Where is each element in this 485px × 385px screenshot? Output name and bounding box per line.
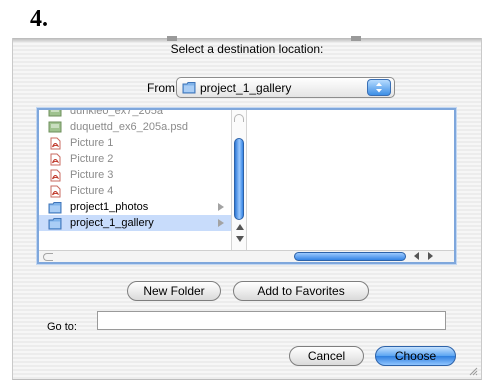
from-popup-value: project_1_gallery <box>200 81 292 95</box>
pdf-file-icon <box>48 137 62 150</box>
horizontal-scroll-thumb[interactable] <box>294 252 406 261</box>
list-item[interactable]: Picture 1 <box>39 135 231 151</box>
list-item-label: project_1_gallery <box>70 217 154 229</box>
vertical-scroll-thumb[interactable] <box>234 138 244 220</box>
list-item-label: Picture 1 <box>70 137 114 149</box>
scroll-left-arrow-icon[interactable] <box>414 252 419 260</box>
folder-icon <box>48 201 62 214</box>
list-item-label: Picture 2 <box>70 153 114 165</box>
folder-icon <box>48 217 62 230</box>
list-item-label: duquettd_ex6_205a.psd <box>70 121 189 133</box>
step-number: 4. <box>30 6 48 32</box>
disclosure-arrow-icon <box>218 203 224 211</box>
list-item[interactable]: Picture 3 <box>39 167 231 183</box>
list-item[interactable]: project1_photos <box>39 199 231 215</box>
vertical-scrollbar[interactable] <box>231 110 247 250</box>
pdf-file-icon <box>48 169 62 182</box>
file-browser[interactable]: dunkleo_ex7_205a duquettd_ex6_205a.psd Pic… <box>37 108 456 264</box>
horizontal-scroll-arrows <box>411 252 441 261</box>
scroll-up-arrow-icon[interactable] <box>236 224 244 230</box>
add-to-favorites-button[interactable]: Add to Favorites <box>233 281 369 301</box>
list-item-label: project1_photos <box>70 201 149 213</box>
dialog-title: Select a destination location: <box>170 42 324 56</box>
image-file-icon <box>48 121 62 134</box>
destination-dialog: Select a destination location: From: pro… <box>12 36 482 380</box>
list-item-label: Picture 3 <box>70 169 114 181</box>
list-item-label: dunkleo_ex7_205a <box>70 110 163 117</box>
disclosure-arrow-icon <box>218 219 224 227</box>
list-item[interactable]: Picture 2 <box>39 151 231 167</box>
pdf-file-icon <box>48 185 62 198</box>
choose-button[interactable]: Choose <box>375 346 456 366</box>
from-popup[interactable]: project_1_gallery <box>176 77 395 98</box>
go-to-label: Go to: <box>47 321 77 333</box>
horizontal-scrollbar[interactable] <box>39 250 454 262</box>
list-item[interactable]: duquettd_ex6_205a.psd <box>39 119 231 135</box>
resize-grip-icon[interactable] <box>467 365 478 376</box>
scroll-top-cap <box>234 114 244 122</box>
list-item[interactable]: project_1_gallery <box>39 215 231 231</box>
scroll-right-arrow-icon[interactable] <box>428 252 433 260</box>
new-folder-button[interactable]: New Folder <box>127 281 221 301</box>
pdf-file-icon <box>48 153 62 166</box>
title-mark-left <box>167 36 177 41</box>
scroll-left-cap <box>43 253 53 261</box>
file-list-column[interactable]: dunkleo_ex7_205a duquettd_ex6_205a.psd Pic… <box>39 110 231 250</box>
scroll-down-arrow-icon[interactable] <box>236 236 244 242</box>
popup-arrows-icon <box>367 79 391 96</box>
image-file-icon <box>48 110 62 118</box>
folder-icon <box>182 81 196 97</box>
cancel-button[interactable]: Cancel <box>289 346 364 366</box>
title-mark-right <box>351 36 361 41</box>
go-to-input[interactable] <box>97 311 446 330</box>
from-label: From: <box>147 81 179 95</box>
list-item-label: Picture 4 <box>70 185 114 197</box>
list-item[interactable]: dunkleo_ex7_205a <box>39 110 231 119</box>
list-item[interactable]: Picture 4 <box>39 183 231 199</box>
